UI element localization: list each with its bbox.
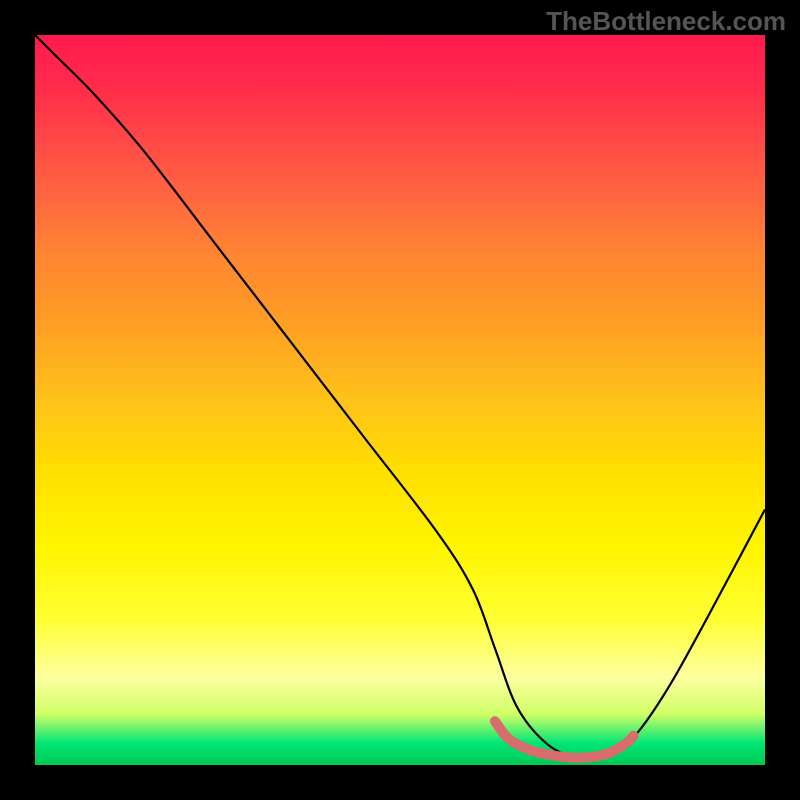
bottleneck-curve (35, 35, 765, 759)
optimal-range-marker (495, 721, 634, 758)
optimal-range-endpoint (629, 731, 639, 741)
chart-overlay (35, 35, 765, 765)
chart-container: TheBottleneck.com (0, 0, 800, 800)
watermark-text: TheBottleneck.com (546, 6, 786, 37)
